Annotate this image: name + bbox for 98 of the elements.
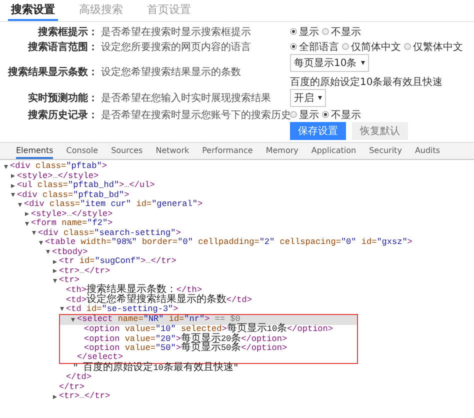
expand-arrow-icon[interactable] <box>53 269 57 274</box>
dom-tree-row[interactable]: <div class="pftab"> <box>0 162 474 172</box>
dom-tree-row[interactable]: <select name="NR" id="nr"> == $0 <box>60 315 357 324</box>
dom-node-code[interactable]: <form name="f2"> <box>31 219 113 228</box>
dom-tree-row[interactable]: <ul class="pftab_hd">…</ul> <box>0 181 474 190</box>
setting-description: 是否希望在搜索时显示搜索框提示 <box>101 26 252 38</box>
devtools-tab[interactable]: Network <box>156 143 190 159</box>
dom-node-code[interactable]: <div class="item cur" id="general"> <box>24 200 203 210</box>
dom-node-code[interactable]: <td>设定您希望搜索结果显示的条数</td> <box>66 294 252 305</box>
radio-option[interactable]: 不显示 <box>322 108 361 122</box>
dom-tree-row[interactable]: <td id="se-setting-3"> <box>0 304 474 314</box>
dom-tree-row[interactable]: <tr id="sugConf">…</tr> <box>0 257 474 266</box>
dom-tree-row[interactable]: <tbody> <box>0 248 474 257</box>
setting-description: 设定您所要搜索的网页内容的语言 <box>101 40 252 54</box>
devtools-tab[interactable]: Audits <box>414 143 440 159</box>
radio-option[interactable]: 显示 <box>290 108 319 122</box>
expand-arrow-icon[interactable] <box>71 318 75 322</box>
radio-icon[interactable] <box>322 28 329 35</box>
dom-tree-row[interactable]: <style>…</style> <box>0 210 474 219</box>
dom-tree-row[interactable]: <div class="search-setting"> <box>0 228 474 238</box>
radio-option[interactable]: 仅繁体中文 <box>404 40 463 54</box>
dom-tree-row[interactable]: " 百度的原始设定10条最有效且快速" <box>0 364 474 373</box>
caret-icon <box>318 96 322 100</box>
dom-node-code[interactable]: <ul class="pftab_hd">…</ul> <box>17 181 155 190</box>
expand-arrow-icon[interactable] <box>46 250 50 254</box>
radio-icon[interactable] <box>290 111 297 118</box>
dom-tree-row[interactable]: <div class="pftab_bd"> <box>0 190 474 200</box>
radio-icon[interactable] <box>322 111 329 118</box>
setting-label: 搜索结果显示条数： <box>6 66 98 78</box>
setting-description: 是否希望在您输入时实时展现搜索结果 <box>101 92 272 105</box>
dom-tree-row[interactable]: <style>…</style> <box>0 172 474 181</box>
dom-node-code[interactable]: <div class="pftab"> <box>10 162 107 172</box>
expand-arrow-icon[interactable] <box>11 174 15 178</box>
closing-tag: </tr> <box>59 382 85 392</box>
devtools-tab[interactable]: Performance <box>202 143 253 159</box>
radio-icon[interactable] <box>290 43 297 50</box>
devtools-tab[interactable]: Security <box>369 143 402 159</box>
radio-option[interactable]: 仅简体中文 <box>342 40 401 54</box>
expand-arrow-icon[interactable] <box>4 164 8 169</box>
dom-node-code[interactable]: <div class="pftab_bd"> <box>17 190 130 200</box>
dom-tree-row[interactable]: <option value="20">每页显示20条</option> <box>60 334 333 344</box>
dom-node-code[interactable]: <tbody> <box>52 248 88 257</box>
expand-arrow-icon[interactable] <box>25 212 29 216</box>
expand-arrow-icon[interactable] <box>53 394 57 399</box>
devtools-tab[interactable]: Memory <box>266 143 298 159</box>
radio-option[interactable]: 全部语言 <box>290 40 339 54</box>
radio-icon[interactable] <box>342 43 349 50</box>
setting-label: 搜索语言范围： <box>26 40 98 54</box>
setting-label: 搜索历史记录： <box>26 108 98 122</box>
setting-note: 百度的原始设定10条最有效且快速 <box>290 76 443 89</box>
setting-label: 搜索框提示： <box>36 26 98 38</box>
dom-tree-row[interactable]: <table width="98%" border="0" cellpadding="2" cellspacing="0" id="gxsz"> <box>0 238 474 248</box>
radio-icon[interactable] <box>404 43 411 50</box>
expand-arrow-icon[interactable] <box>11 193 15 198</box>
dom-tree-row[interactable]: <tr>…</tr> <box>0 266 474 276</box>
settings-tab[interactable]: 搜索设置 <box>8 0 58 21</box>
dom-node-code[interactable]: <tr>…</tr> <box>59 392 110 402</box>
dom-node-code[interactable]: " 百度的原始设定10条最有效且快速" <box>73 363 239 374</box>
dom-node-code[interactable]: <tr id="sugConf">…</tr> <box>59 257 176 266</box>
closing-tag: </select> <box>77 353 123 362</box>
select-dropdown[interactable]: 每页显示10条 <box>290 54 369 72</box>
setting-label: 实时预测功能： <box>27 91 98 105</box>
radio-icon[interactable] <box>290 28 297 35</box>
dom-tree-row[interactable]: <tr>…</tr> <box>0 392 474 402</box>
dom-node-code[interactable]: <style>…</style> <box>17 172 99 181</box>
dom-tree-row[interactable]: <th>搜索结果显示条数：</th> <box>0 286 474 295</box>
dom-node-code[interactable]: <style>…</style> <box>31 210 113 219</box>
dom-node-code[interactable]: <option value="10" selected>每页显示10条</option> <box>84 324 333 334</box>
devtools-tab[interactable]: Console <box>66 143 98 159</box>
radio-option[interactable]: 显示 <box>290 24 319 38</box>
setting-description: 设定您希望搜索结果显示的条数 <box>101 66 242 78</box>
expand-arrow-icon[interactable] <box>25 222 29 226</box>
closing-tag: </td> <box>66 373 92 382</box>
dom-node-code[interactable]: <table width="98%" border="0" cellpadding="2" cellspacing="0" id="gxsz"> <box>45 238 412 248</box>
dom-tree-row[interactable]: <div class="item cur" id="general"> <box>0 200 474 210</box>
expand-arrow-icon[interactable] <box>53 260 57 264</box>
caret-icon <box>360 61 365 65</box>
dom-tree-row[interactable]: <td>设定您希望搜索结果显示的条数</td> <box>0 295 474 304</box>
dom-tree-row[interactable]: <form name="f2"> <box>0 219 474 228</box>
radio-option[interactable]: 不显示 <box>322 24 361 38</box>
dom-node-code[interactable]: <td id="se-setting-3"> <box>66 304 178 314</box>
expand-arrow-icon[interactable] <box>18 202 22 207</box>
expand-arrow-icon[interactable] <box>32 231 36 236</box>
devtools-tab[interactable]: Elements <box>16 143 54 159</box>
devtools-tab[interactable]: Sources <box>111 143 143 159</box>
reset-button[interactable]: 恢复默认 <box>352 122 408 140</box>
dom-tree-row[interactable]: <option value="50">每页显示50条</option> <box>60 344 333 353</box>
dom-node-code[interactable]: <option value="50">每页显示50条</option> <box>84 343 288 354</box>
expand-arrow-icon[interactable] <box>39 240 43 245</box>
dom-node-code[interactable]: <tr>…</tr> <box>59 266 110 276</box>
dom-node-code[interactable]: <div class="search-setting"> <box>38 228 181 238</box>
dom-node-code[interactable]: <tr> <box>59 276 80 286</box>
expand-arrow-icon[interactable] <box>60 307 64 312</box>
save-button[interactable]: 保存设置 <box>290 122 346 140</box>
devtools-tab[interactable]: Application <box>311 143 356 159</box>
select-dropdown[interactable]: 开启 <box>290 89 326 107</box>
expand-arrow-icon[interactable] <box>53 278 57 283</box>
expand-arrow-icon[interactable] <box>11 184 15 188</box>
